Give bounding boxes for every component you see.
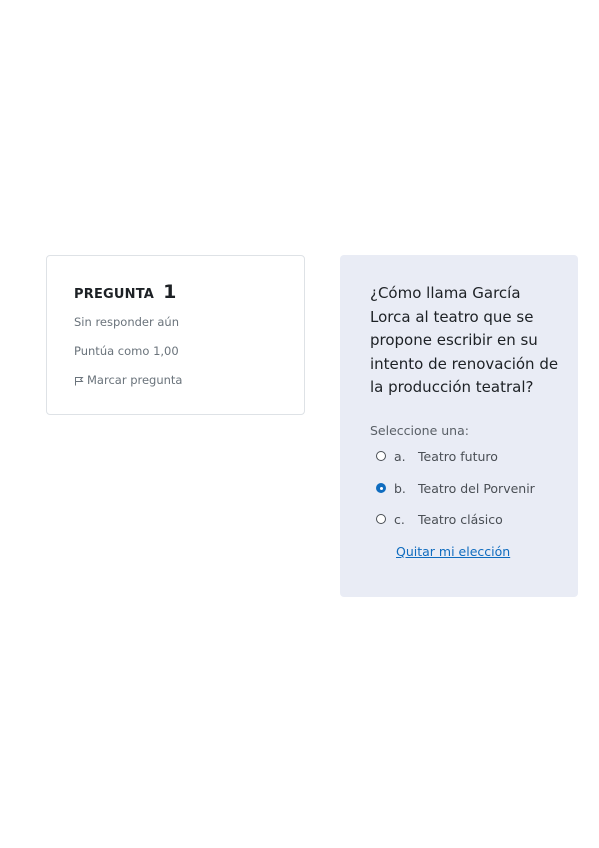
question-label: PREGUNTA xyxy=(74,287,155,302)
option-letter-b: b. xyxy=(394,480,406,496)
option-letter-c: c. xyxy=(394,511,405,527)
question-content-card: ¿Cómo llama García Lorca al teatro que s… xyxy=(340,255,578,597)
question-number: 1 xyxy=(163,281,177,303)
radio-button-b[interactable] xyxy=(376,483,386,493)
option-letter-a: a. xyxy=(394,448,406,464)
option-text-a: Teatro futuro xyxy=(418,448,498,464)
answer-option-b[interactable]: b. Teatro del Porvenir xyxy=(376,478,535,498)
question-info-card: PREGUNTA 1 Sin responder aún Puntúa como… xyxy=(46,255,305,415)
question-text: ¿Cómo llama García Lorca al teatro que s… xyxy=(370,284,559,397)
question-number-heading: PREGUNTA 1 xyxy=(74,281,176,303)
answer-option-c[interactable]: c. Teatro clásico xyxy=(376,509,503,529)
radio-button-a[interactable] xyxy=(376,451,386,461)
question-grade: Puntúa como 1,00 xyxy=(74,344,179,358)
flag-icon xyxy=(75,377,84,386)
flag-question-button[interactable]: Marcar pregunta xyxy=(74,373,182,387)
option-text-b: Teatro del Porvenir xyxy=(418,480,535,496)
flag-question-label: Marcar pregunta xyxy=(87,373,183,387)
answer-option-a[interactable]: a. Teatro futuro xyxy=(376,446,498,466)
radio-button-c[interactable] xyxy=(376,514,386,524)
option-text-c: Teatro clásico xyxy=(418,511,503,527)
clear-choice-link[interactable]: Quitar mi elección xyxy=(396,544,510,559)
question-status: Sin responder aún xyxy=(74,315,179,329)
answer-prompt: Seleccione una: xyxy=(370,423,469,438)
